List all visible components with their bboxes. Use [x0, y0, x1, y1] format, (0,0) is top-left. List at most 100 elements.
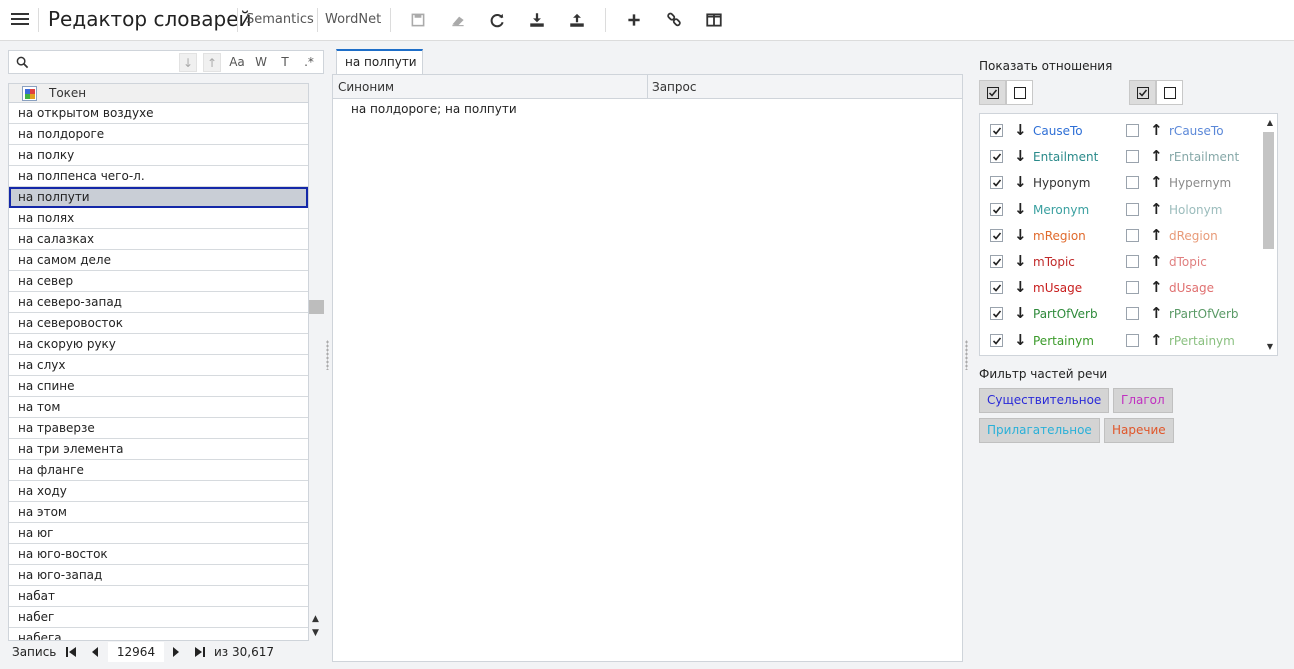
arrow-up-icon: ↑: [1150, 121, 1163, 139]
eraser-icon[interactable]: [449, 11, 467, 29]
relations-scrollbar-thumb[interactable]: [1263, 132, 1274, 249]
tab-semantics[interactable]: Semantics: [246, 12, 314, 27]
upload-icon[interactable]: [568, 11, 586, 29]
pos-noun-button[interactable]: Существительное: [979, 388, 1110, 413]
reverse-relation-checkbox[interactable]: [1126, 176, 1139, 190]
relation-checkbox[interactable]: [990, 150, 1003, 164]
scroll-up-icon[interactable]: ▲: [312, 614, 319, 624]
reverse-relation-checkbox[interactable]: [1126, 228, 1139, 242]
left-splitter[interactable]: [326, 340, 329, 370]
list-item[interactable]: набег: [9, 607, 308, 628]
pos-verb-button[interactable]: Глагол: [1113, 388, 1173, 413]
list-item[interactable]: на три элемента: [9, 439, 308, 460]
check-all-reverse-button[interactable]: [1129, 80, 1156, 105]
divider: [605, 8, 606, 32]
reverse-relation-checkbox[interactable]: [1126, 307, 1139, 321]
column-header-synonym[interactable]: Синоним: [338, 80, 394, 94]
first-record-icon[interactable]: [65, 646, 77, 658]
sort-down-button[interactable]: ↓: [179, 53, 197, 72]
relation-checkbox[interactable]: [990, 176, 1003, 190]
scroll-up-icon[interactable]: ▲: [1267, 118, 1273, 127]
list-item[interactable]: на полпути: [9, 187, 308, 208]
scroll-down-icon[interactable]: ▼: [312, 628, 319, 638]
reverse-relation-checkbox[interactable]: [1126, 333, 1139, 347]
list-item[interactable]: на юго-запад: [9, 565, 308, 586]
reverse-relation-label: rCauseTo: [1169, 124, 1224, 138]
tab-current-entry[interactable]: на полпути: [336, 49, 423, 74]
list-item[interactable]: на самом деле: [9, 250, 308, 271]
pos-adverb-button[interactable]: Наречие: [1104, 418, 1174, 443]
list-item[interactable]: на север: [9, 271, 308, 292]
relation-checkbox[interactable]: [990, 228, 1003, 242]
right-splitter[interactable]: [965, 340, 968, 370]
link-icon[interactable]: [665, 11, 683, 29]
column-chooser-icon[interactable]: [22, 86, 37, 101]
list-item[interactable]: на ходу: [9, 481, 308, 502]
arrow-down-icon: ↓: [1014, 173, 1027, 192]
relation-checkbox[interactable]: [990, 255, 1003, 268]
list-item[interactable]: на полдороге: [9, 124, 308, 145]
list-scrollbar-thumb[interactable]: [309, 300, 324, 314]
check-all-forward-button[interactable]: [979, 80, 1006, 105]
list-item[interactable]: на юг: [9, 523, 308, 544]
relation-checkbox[interactable]: [990, 202, 1003, 216]
synonym-cell[interactable]: на полдороге; на полпути: [351, 102, 517, 116]
list-item[interactable]: на полку: [9, 145, 308, 166]
relation-checkbox[interactable]: [990, 307, 1003, 321]
regex-button[interactable]: .*: [300, 53, 318, 72]
last-record-icon[interactable]: [194, 646, 206, 658]
divider: [317, 8, 318, 32]
list-item[interactable]: на спине: [9, 376, 308, 397]
uncheck-all-forward-button[interactable]: [1006, 80, 1033, 105]
add-icon[interactable]: [625, 11, 643, 29]
list-item[interactable]: на полях: [9, 208, 308, 229]
list-item[interactable]: на северо-запад: [9, 292, 308, 313]
reverse-relation-checkbox[interactable]: [1126, 124, 1139, 137]
whole-word-button[interactable]: W: [252, 53, 270, 72]
reverse-relation-checkbox[interactable]: [1126, 255, 1139, 268]
scroll-down-icon[interactable]: ▼: [1267, 342, 1273, 351]
list-item[interactable]: на слух: [9, 355, 308, 376]
list-item[interactable]: набат: [9, 586, 308, 607]
menu-icon[interactable]: [11, 11, 29, 29]
download-icon[interactable]: [528, 11, 546, 29]
list-item[interactable]: на открытом воздухе: [9, 103, 308, 124]
reverse-relation-checkbox[interactable]: [1126, 281, 1139, 295]
list-item[interactable]: набега: [9, 628, 308, 640]
record-number-input[interactable]: 12964: [108, 642, 164, 662]
list-item[interactable]: на полпенса чего-л.: [9, 166, 308, 187]
column-divider[interactable]: [647, 75, 648, 99]
arrow-down-icon: ↓: [1014, 225, 1027, 244]
refresh-icon[interactable]: [488, 11, 506, 29]
relation-checkbox[interactable]: [990, 124, 1003, 137]
token-mode-button[interactable]: T: [277, 53, 293, 72]
sort-up-button[interactable]: ↑: [203, 53, 221, 72]
tab-wordnet[interactable]: WordNet: [325, 12, 381, 27]
list-item[interactable]: на юго-восток: [9, 544, 308, 565]
list-scrollbar[interactable]: [309, 83, 324, 641]
reverse-relation-checkbox[interactable]: [1126, 202, 1139, 216]
arrow-up-icon: ↑: [1150, 330, 1163, 349]
pos-adjective-button[interactable]: Прилагательное: [979, 418, 1100, 443]
reverse-relation-label: rEntailment: [1169, 150, 1240, 165]
match-case-button[interactable]: Aa: [227, 53, 247, 72]
prev-record-icon[interactable]: [89, 646, 101, 658]
list-item[interactable]: на северовосток: [9, 313, 308, 334]
save-icon[interactable]: [409, 11, 427, 29]
relation-label: mTopic: [1033, 255, 1075, 269]
list-item[interactable]: на салазках: [9, 229, 308, 250]
uncheck-all-reverse-button[interactable]: [1156, 80, 1183, 105]
list-item[interactable]: на этом: [9, 502, 308, 523]
search-input[interactable]: [35, 53, 181, 71]
list-item[interactable]: на траверзе: [9, 418, 308, 439]
list-item[interactable]: на фланге: [9, 460, 308, 481]
list-item[interactable]: на том: [9, 397, 308, 418]
divider: [237, 8, 238, 32]
next-record-icon[interactable]: [170, 646, 182, 658]
column-header-query[interactable]: Запрос: [652, 80, 696, 94]
relation-checkbox[interactable]: [990, 333, 1003, 347]
relation-checkbox[interactable]: [990, 281, 1003, 295]
columns-icon[interactable]: [705, 11, 723, 29]
list-item[interactable]: на скорую руку: [9, 334, 308, 355]
reverse-relation-checkbox[interactable]: [1126, 150, 1139, 164]
